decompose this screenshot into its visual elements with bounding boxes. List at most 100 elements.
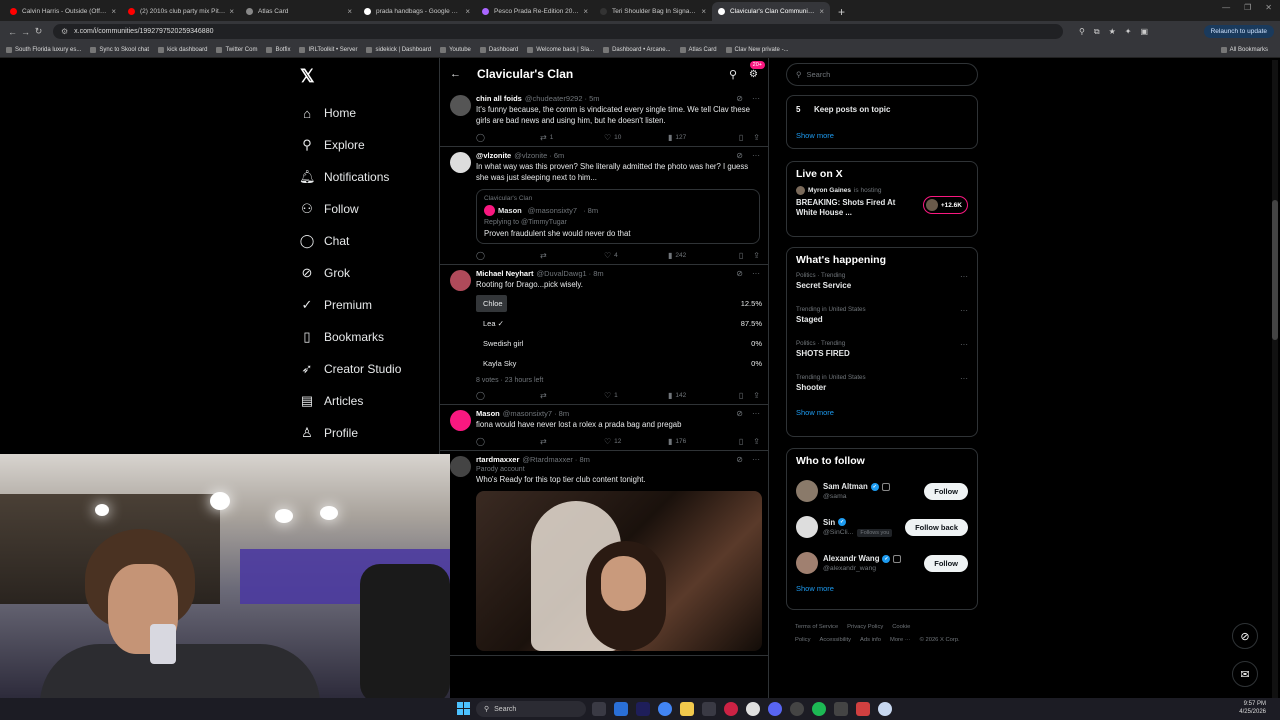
app-icon[interactable] <box>702 702 716 716</box>
author-handle[interactable]: @vlzonite <box>514 151 547 160</box>
trend-item[interactable]: Trending in United States Shooter ··· <box>796 374 968 408</box>
repost[interactable]: ⇄ <box>540 251 604 260</box>
install-icon[interactable]: ⧉ <box>1094 27 1100 37</box>
app-icon[interactable] <box>878 702 892 716</box>
app-icon[interactable] <box>834 702 848 716</box>
bookmark-item[interactable]: sidekick | Dashboard <box>366 46 431 53</box>
repost[interactable]: ⇄ 1 <box>540 133 604 142</box>
minimize-icon[interactable]: — <box>1222 3 1230 12</box>
rule-item[interactable]: 5 Keep posts on topic <box>796 105 968 114</box>
footer-link[interactable]: Privacy Policy <box>847 624 883 630</box>
browser-tab[interactable]: Clavicular's Clan Community / X × <box>712 2 830 21</box>
share-icon[interactable]: ⇪ <box>753 437 760 446</box>
post-time[interactable]: · 6m <box>549 151 564 160</box>
close-tab-icon[interactable]: × <box>229 7 234 16</box>
chrome-icon[interactable] <box>658 702 672 716</box>
browser-tab[interactable]: prada handbags - Google Search × <box>358 2 476 21</box>
nav-item-chat[interactable]: ◯ Chat <box>299 225 437 257</box>
close-tab-icon[interactable]: × <box>701 7 706 16</box>
reply[interactable]: ◯ <box>476 437 540 446</box>
more-icon[interactable]: ··· <box>752 269 760 278</box>
follow-suggestion[interactable]: Sam Altman ✓ @sama Follow <box>796 473 968 509</box>
views[interactable]: ▮ 176 <box>668 437 732 446</box>
share-icon[interactable]: ⇪ <box>753 251 760 260</box>
footer-link[interactable]: Terms of Service <box>795 624 838 630</box>
app-icon[interactable] <box>790 702 804 716</box>
more-icon[interactable]: ··· <box>752 94 760 103</box>
follow-button[interactable]: Follow <box>924 554 968 572</box>
bookmark-item[interactable]: Atlas Card <box>679 46 717 53</box>
new-tab-icon[interactable]: + <box>830 2 853 21</box>
like[interactable]: ♡ 10 <box>604 133 668 142</box>
more-icon[interactable]: ··· <box>752 409 760 418</box>
nav-item-grok[interactable]: ⊘ Grok <box>299 257 437 289</box>
share-icon[interactable]: ⇪ <box>753 133 760 142</box>
follow-button[interactable]: Follow back <box>905 518 968 536</box>
listener-count-pill[interactable]: +12.6K <box>922 196 968 214</box>
search-icon[interactable]: ⚲ <box>729 68 737 81</box>
trend-item[interactable]: Politics · Trending Secret Service ··· <box>796 272 968 306</box>
bookmark-item[interactable]: Dashboard <box>479 46 518 53</box>
spotify-icon[interactable] <box>812 702 826 716</box>
bookmark-item[interactable]: South Florida luxury es... <box>6 46 81 53</box>
grok-icon[interactable]: ⊘ <box>736 409 743 418</box>
more-icon[interactable]: ··· <box>960 340 968 349</box>
share-icon[interactable]: ⇪ <box>753 391 760 400</box>
post-time[interactable]: · 5m <box>585 94 600 103</box>
back-arrow-icon[interactable]: ← <box>6 27 19 37</box>
bookmark-item[interactable]: kick dashboard <box>158 46 207 53</box>
live-space-item[interactable]: Myron Gaines is hosting BREAKING: Shots F… <box>796 186 968 218</box>
poll-option[interactable]: Chloe 12.5% <box>476 295 762 312</box>
post-time[interactable]: · 8m <box>575 455 590 464</box>
author-name[interactable]: chin all foids <box>476 94 522 103</box>
close-tab-icon[interactable]: × <box>819 7 824 16</box>
author-name[interactable]: rtardmaxxer <box>476 455 519 464</box>
views[interactable]: ▮ 242 <box>668 251 732 260</box>
star-icon[interactable]: ★ <box>1109 27 1116 37</box>
quoted-post[interactable]: Clavicular's Clan Mason @masonsixty7 · 8m Re… <box>476 189 760 244</box>
nav-item-premium[interactable]: ✓ Premium <box>299 289 437 321</box>
app-icon[interactable] <box>614 702 628 716</box>
nav-item-notifications[interactable]: 🔔︎ Notifications <box>299 161 437 193</box>
back-arrow-icon[interactable]: ← <box>450 68 461 80</box>
reply[interactable]: ◯ <box>476 391 540 400</box>
post[interactable]: @vlzonite @vlzonite · 6m ⊘ ··· In what way wa… <box>440 147 768 265</box>
grok-icon[interactable]: ⊘ <box>736 94 743 103</box>
bookmark-item[interactable]: Sync to Skool chat <box>90 46 149 53</box>
site-info-icon[interactable]: ⚙ <box>61 27 68 36</box>
close-tab-icon[interactable]: × <box>583 7 588 16</box>
community-notifications-icon[interactable]: ⚙ 20+ <box>749 60 765 80</box>
close-tab-icon[interactable]: × <box>465 7 470 16</box>
bookmark-icon[interactable]: ▯ <box>739 251 743 260</box>
nav-item-creator-studio[interactable]: ➶ Creator Studio <box>299 353 437 385</box>
task-view-icon[interactable] <box>592 702 606 716</box>
author-handle[interactable]: @masonsixty7 <box>503 409 552 418</box>
bookmark-item[interactable]: IRLToolkit • Server <box>299 46 357 53</box>
more-icon[interactable]: ··· <box>960 306 968 315</box>
close-tab-icon[interactable]: × <box>111 7 116 16</box>
poll-option[interactable]: Lea ✓ 87.5% <box>476 315 762 332</box>
search-input[interactable]: ⚲ Search <box>786 63 978 86</box>
repost[interactable]: ⇄ <box>540 437 604 446</box>
bookmark-item[interactable]: Dashboard • Arcane... <box>603 46 671 53</box>
author-handle[interactable]: @DuvalDawg1 <box>537 269 587 278</box>
scrollbar-track[interactable] <box>1272 60 1278 700</box>
grok-floating-icon[interactable]: ⊘ <box>1232 623 1258 649</box>
file-explorer-icon[interactable] <box>680 702 694 716</box>
browser-tab[interactable]: Pesco Prada Re-Edition 2005 Re× <box>476 2 594 21</box>
post-time[interactable]: · 8m <box>589 269 604 278</box>
relaunch-button[interactable]: Relaunch to update <box>1203 25 1274 38</box>
post[interactable]: Mason @masonsixty7 · 8m ⊘ ··· fiona would hav… <box>440 405 768 451</box>
bookmark-icon[interactable]: ▯ <box>739 437 743 446</box>
follow-button[interactable]: Follow <box>924 482 968 500</box>
post[interactable]: rtardmaxxer @Rtardmaxxer · 8m ⊘ ··· Parody ac… <box>440 451 768 656</box>
suggestion-name[interactable]: Alexandr Wang <box>823 554 879 563</box>
suggestion-name[interactable]: Sin <box>823 518 835 527</box>
nav-item-home[interactable]: ⌂ Home <box>299 97 437 129</box>
post-media-image[interactable] <box>476 491 762 651</box>
grok-icon[interactable]: ⊘ <box>736 269 743 278</box>
nav-item-follow[interactable]: ⚇ Follow <box>299 193 437 225</box>
show-more-link[interactable]: Show more <box>796 584 968 593</box>
bookmark-item[interactable]: Clav New private -... <box>725 46 789 53</box>
author-handle[interactable]: @Rtardmaxxer <box>522 455 573 464</box>
